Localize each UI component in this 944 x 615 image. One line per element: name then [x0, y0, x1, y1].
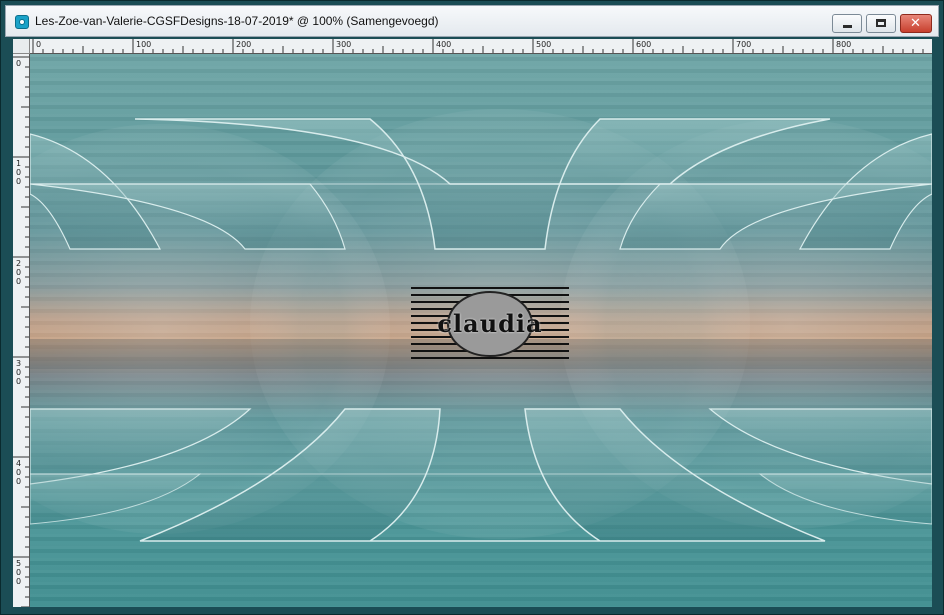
watermark: claudia — [411, 286, 569, 362]
ruler-label: 0 — [36, 40, 41, 49]
ruler-label: 0 — [16, 59, 21, 68]
close-button[interactable]: ✕ — [900, 14, 932, 33]
ruler-label: 4 — [16, 459, 21, 468]
ruler-label: 0 — [16, 277, 21, 286]
vertical-ruler-ticks: 0100200300400500 — [13, 56, 29, 607]
horizontal-ruler[interactable]: 0 100 200 300 400 500 600 700 800 — [30, 39, 932, 54]
ruler-corner — [13, 39, 30, 54]
window-title: Les-Zoe-van-Valerie-CGSFDesigns-18-07-20… — [35, 14, 439, 28]
ruler-label: 800 — [836, 40, 851, 49]
watermark-text: claudia — [437, 309, 543, 338]
ruler-label: 400 — [436, 40, 451, 49]
ruler-label: 100 — [136, 40, 151, 49]
ruler-label: 300 — [336, 40, 351, 49]
title-bar[interactable]: Les-Zoe-van-Valerie-CGSFDesigns-18-07-20… — [5, 5, 939, 37]
ruler-label: 700 — [736, 40, 751, 49]
close-icon: ✕ — [910, 16, 921, 31]
ruler-label: 2 — [16, 259, 21, 268]
ruler-label: 0 — [16, 577, 21, 586]
ruler-label: 0 — [16, 377, 21, 386]
ruler-label: 200 — [236, 40, 251, 49]
image-canvas[interactable]: claudia — [30, 54, 932, 607]
ruler-label: 0 — [16, 568, 21, 577]
minimize-button[interactable] — [832, 14, 862, 33]
ruler-label: 0 — [16, 477, 21, 486]
image-window: Les-Zoe-van-Valerie-CGSFDesigns-18-07-20… — [0, 0, 944, 615]
minimize-icon — [843, 25, 852, 28]
ruler-label: 600 — [636, 40, 651, 49]
paintshop-icon[interactable] — [15, 15, 29, 29]
ruler-label: 3 — [16, 359, 21, 368]
maximize-button[interactable] — [866, 14, 896, 33]
ruler-label: 500 — [536, 40, 551, 49]
horizontal-ruler-ticks: 0 100 200 300 400 500 600 700 800 — [32, 39, 924, 53]
vertical-ruler[interactable]: 0100200300400500 — [13, 54, 30, 607]
ruler-label: 0 — [16, 268, 21, 277]
ruler-label: 0 — [16, 368, 21, 377]
ruler-label: 0 — [16, 177, 21, 186]
ruler-label: 1 — [16, 159, 21, 168]
ruler-label: 5 — [16, 559, 21, 568]
ruler-label: 0 — [16, 168, 21, 177]
maximize-icon — [876, 19, 886, 27]
ruler-label: 0 — [16, 468, 21, 477]
